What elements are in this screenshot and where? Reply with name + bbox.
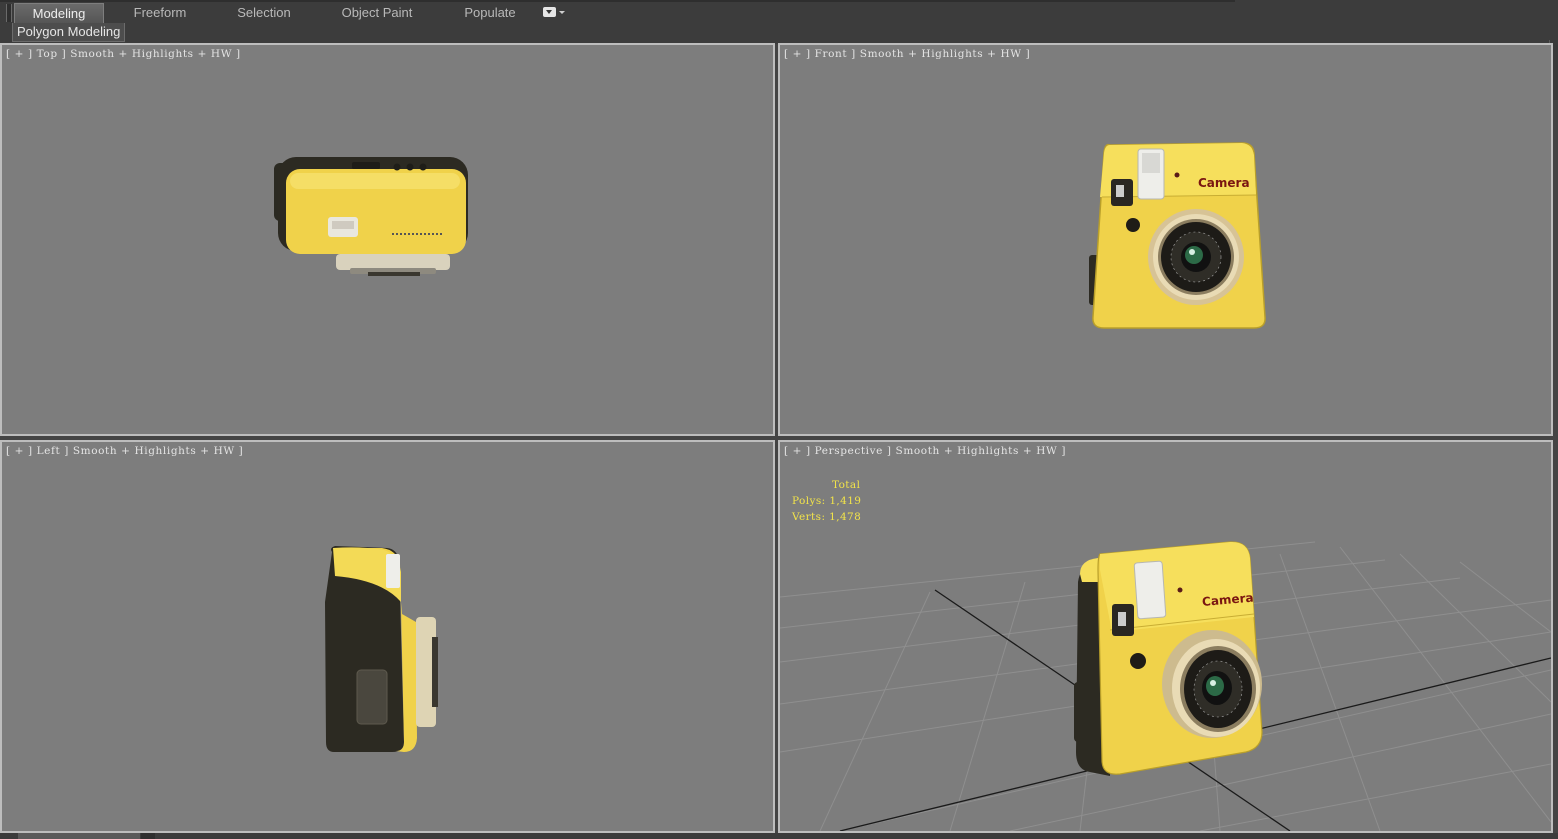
tab-modeling[interactable]: Modeling bbox=[14, 3, 104, 23]
viewport-left-label[interactable]: [ + ] Left ] Smooth + Highlights + HW ] bbox=[6, 445, 243, 457]
stats-verts: Verts: 1,478 bbox=[792, 511, 862, 523]
viewport-front-label[interactable]: [ + ] Front ] Smooth + Highlights + HW ] bbox=[784, 48, 1030, 60]
viewport-front[interactable]: [ + ] Front ] Smooth + Highlights + HW ]… bbox=[778, 43, 1553, 436]
timeline-slider[interactable] bbox=[18, 833, 140, 839]
app-window: Modeling Freeform Selection Object Paint… bbox=[0, 0, 1558, 839]
tab-freeform[interactable]: Freeform bbox=[104, 3, 216, 23]
camera-model-front-view: Camera bbox=[1089, 142, 1266, 329]
viewport-top[interactable]: [ + ] Top ] Smooth + Highlights + HW ] bbox=[0, 43, 775, 436]
viewport-top-label[interactable]: [ + ] Top ] Smooth + Highlights + HW ] bbox=[6, 48, 241, 60]
stats-polys: Polys: 1,419 bbox=[792, 495, 862, 507]
caret-down-icon bbox=[559, 10, 565, 14]
ribbon-top-line bbox=[0, 0, 1235, 2]
camera-model-left-view bbox=[325, 546, 438, 752]
camera-brand-text-front: Camera bbox=[1198, 176, 1250, 190]
perspective-grid-and-model: Camera bbox=[780, 541, 1551, 831]
viewport-perspective[interactable]: [ + ] Perspective ] Smooth + Highlights … bbox=[778, 440, 1553, 833]
ribbon: Modeling Freeform Selection Object Paint… bbox=[0, 0, 1558, 44]
tab-object-paint[interactable]: Object Paint bbox=[312, 3, 442, 23]
tab-selection[interactable]: Selection bbox=[216, 3, 312, 23]
ribbon-tabs: Modeling Freeform Selection Object Paint… bbox=[14, 3, 538, 23]
scene-statistics: Total Polys: 1,419 Verts: 1,478 bbox=[792, 477, 861, 525]
camera-model-top-view bbox=[274, 157, 468, 276]
ribbon-options-icon bbox=[543, 7, 556, 17]
ribbon-grip-handle[interactable] bbox=[6, 4, 12, 22]
timeline-next-button[interactable] bbox=[141, 833, 155, 839]
viewport-left[interactable]: [ + ] Left ] Smooth + Highlights + HW ] bbox=[0, 440, 775, 833]
viewport-perspective-label[interactable]: [ + ] Perspective ] Smooth + Highlights … bbox=[784, 445, 1066, 457]
status-bar bbox=[0, 833, 1558, 839]
stats-total-label: Total bbox=[832, 479, 861, 491]
tab-populate[interactable]: Populate bbox=[442, 3, 538, 23]
ribbon-options-dropdown[interactable] bbox=[543, 7, 565, 17]
polygon-modeling-panel-label[interactable]: Polygon Modeling bbox=[12, 23, 126, 42]
